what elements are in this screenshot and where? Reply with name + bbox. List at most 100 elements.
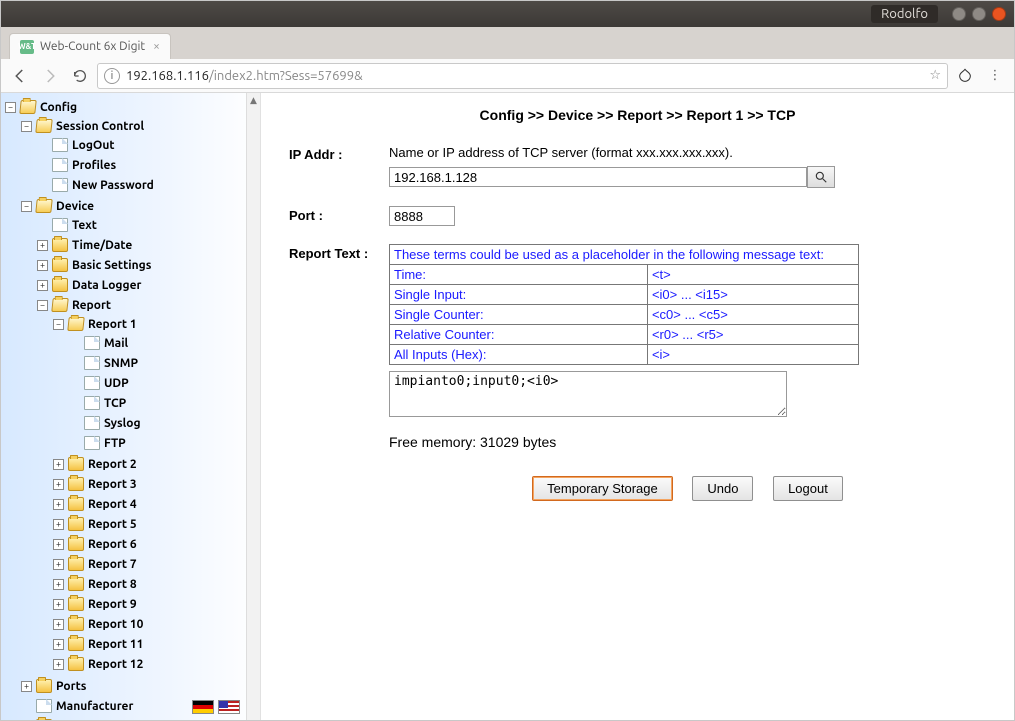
address-bar[interactable]: i 192.168.1.116/index2.htm?Sess=57699& ☆ (97, 63, 948, 89)
window-minimize-icon[interactable] (952, 7, 966, 21)
tree-toggle[interactable]: + (21, 681, 32, 692)
tab-title: Web-Count 6x Digit (40, 40, 145, 53)
page-icon (84, 356, 100, 370)
extension-icon[interactable] (952, 63, 978, 89)
ph-token: <t> (647, 265, 858, 285)
ph-token: <c0> ... <c5> (647, 305, 858, 325)
ip-hint: Name or IP address of TCP server (format… (389, 145, 986, 160)
site-info-icon[interactable]: i (104, 68, 120, 84)
tree-toggle[interactable]: + (53, 659, 64, 670)
folder-icon (52, 238, 68, 252)
tree-report9[interactable]: Report 9 (88, 598, 137, 611)
logout-button[interactable]: Logout (773, 476, 843, 501)
tree-toggle[interactable]: − (37, 300, 48, 311)
temporary-storage-button[interactable]: Temporary Storage (532, 476, 673, 501)
tree-toggle[interactable]: + (53, 519, 64, 530)
titlebar: Rodolfo (1, 1, 1014, 27)
port-input[interactable] (389, 206, 455, 226)
tree-up-download[interactable]: Up/Download (56, 720, 133, 721)
tree-ports[interactable]: Ports (56, 680, 86, 693)
tree-logout[interactable]: LogOut (72, 139, 115, 152)
tree-report6[interactable]: Report 6 (88, 538, 137, 551)
tree-tcp[interactable]: TCP (104, 397, 126, 410)
folder-icon (68, 537, 84, 551)
main-panel: Config >> Device >> Report >> Report 1 >… (261, 93, 1014, 720)
tree-report10[interactable]: Report 10 (88, 618, 143, 631)
tree-profiles[interactable]: Profiles (72, 159, 116, 172)
folder-icon (68, 617, 84, 631)
tree-report12[interactable]: Report 12 (88, 658, 143, 671)
tree-text[interactable]: Text (72, 219, 97, 232)
tree-snmp[interactable]: SNMP (104, 357, 138, 370)
tree-report[interactable]: Report (72, 299, 111, 312)
flag-us-icon[interactable] (218, 700, 240, 714)
folder-open-icon (67, 317, 84, 331)
tree-manufacturer[interactable]: Manufacturer (56, 700, 133, 713)
window-close-icon[interactable] (992, 7, 1006, 21)
tree-report7[interactable]: Report 7 (88, 558, 137, 571)
tree-report4[interactable]: Report 4 (88, 498, 137, 511)
folder-icon (36, 679, 52, 693)
page-icon (84, 336, 100, 350)
page-icon (84, 416, 100, 430)
tree-device[interactable]: Device (56, 200, 94, 213)
port-label: Port : (289, 206, 389, 223)
tree-toggle[interactable]: + (53, 499, 64, 510)
page-icon (52, 218, 68, 232)
tree-report3[interactable]: Report 3 (88, 478, 137, 491)
tree-toggle[interactable]: + (37, 240, 48, 251)
tree-report11[interactable]: Report 11 (88, 638, 143, 651)
tree-toggle[interactable]: + (53, 619, 64, 630)
tree-time-date[interactable]: Time/Date (72, 239, 132, 252)
back-button[interactable] (7, 63, 33, 89)
tree-toggle[interactable]: + (53, 479, 64, 490)
tree-toggle[interactable]: − (53, 319, 64, 330)
tree-toggle[interactable]: − (21, 201, 32, 212)
tree-toggle[interactable]: + (37, 280, 48, 291)
browser-menu-icon[interactable]: ⋮ (982, 63, 1008, 89)
user-label[interactable]: Rodolfo (871, 5, 938, 23)
tree-udp[interactable]: UDP (104, 377, 129, 390)
tree-report2[interactable]: Report 2 (88, 458, 137, 471)
ip-input[interactable] (389, 167, 807, 187)
tree-toggle[interactable]: + (53, 579, 64, 590)
window-maximize-icon[interactable] (972, 7, 986, 21)
tree-toggle[interactable]: + (53, 459, 64, 470)
tree-data-logger[interactable]: Data Logger (72, 279, 141, 292)
forward-button (37, 63, 63, 89)
tab-close-icon[interactable]: × (153, 40, 160, 53)
tree-config[interactable]: Config (40, 101, 77, 114)
flag-de-icon[interactable] (192, 700, 214, 714)
folder-icon (68, 457, 84, 471)
folder-icon (68, 497, 84, 511)
tree-toggle[interactable]: + (53, 539, 64, 550)
tree-report1[interactable]: Report 1 (88, 318, 137, 331)
breadcrumb: Config >> Device >> Report >> Report 1 >… (289, 107, 986, 123)
report-text-input[interactable] (389, 371, 787, 417)
tree-basic-settings[interactable]: Basic Settings (72, 259, 151, 272)
tree-toggle[interactable]: + (53, 599, 64, 610)
undo-button[interactable]: Undo (692, 476, 753, 501)
tree-session-control[interactable]: Session Control (56, 120, 144, 133)
tree-toggle[interactable]: − (5, 102, 16, 113)
tree-toggle[interactable]: + (53, 559, 64, 570)
browser-toolbar: i 192.168.1.116/index2.htm?Sess=57699& ☆… (1, 59, 1014, 93)
bookmark-star-icon[interactable]: ☆ (929, 68, 941, 83)
folder-icon (36, 719, 52, 720)
reload-button[interactable] (67, 63, 93, 89)
tree-syslog[interactable]: Syslog (104, 417, 141, 430)
tree-report5[interactable]: Report 5 (88, 518, 137, 531)
ph-name: Relative Counter: (390, 325, 648, 345)
tree-report8[interactable]: Report 8 (88, 578, 137, 591)
ip-lookup-button[interactable] (807, 166, 835, 188)
ph-token: <i> (647, 345, 858, 365)
tree-toggle[interactable]: − (21, 121, 32, 132)
placeholder-header: These terms could be used as a placehold… (390, 245, 859, 265)
tree-mail[interactable]: Mail (104, 337, 128, 350)
tree-new-password[interactable]: New Password (72, 179, 154, 192)
tree-ftp[interactable]: FTP (104, 437, 126, 450)
placeholder-table: These terms could be used as a placehold… (389, 244, 859, 365)
tree-toggle[interactable]: + (37, 260, 48, 271)
tree-toggle[interactable]: + (53, 639, 64, 650)
browser-tab[interactable]: W&T Web-Count 6x Digit × (9, 33, 171, 59)
